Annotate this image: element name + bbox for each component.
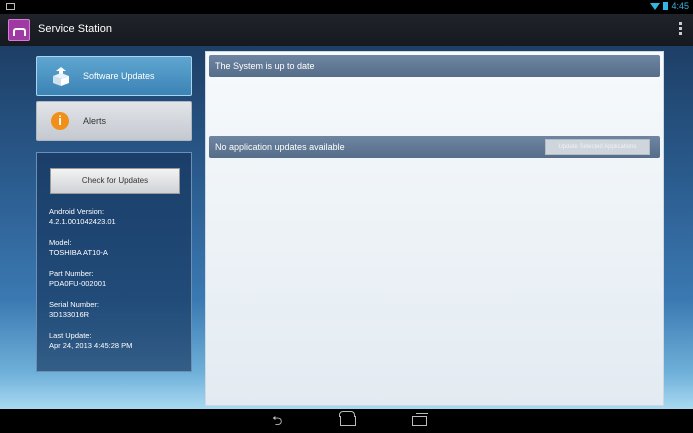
info-value: PDA0FU-002001 — [49, 279, 107, 288]
part-number-item: Part Number: PDA0FU-002001 — [49, 269, 132, 289]
android-version-item: Android Version: 4.2.1.001042423.01 — [49, 207, 132, 227]
battery-icon — [663, 2, 669, 10]
device-info-panel: Check for Updates Android Version: 4.2.1… — [36, 152, 192, 372]
system-status-bar: The System is up to date — [209, 55, 660, 77]
system-status-text: The System is up to date — [215, 61, 315, 71]
updates-panel: The System is up to date No application … — [205, 51, 664, 406]
app-status-text: No application updates available — [215, 142, 345, 152]
device-info-list: Android Version: 4.2.1.001042423.01 Mode… — [49, 207, 132, 362]
software-updates-button[interactable]: Software Updates — [36, 56, 192, 96]
service-station-icon[interactable] — [8, 19, 30, 41]
app-updates-bar: No application updates available Update … — [209, 136, 660, 158]
notification-icon — [6, 3, 15, 10]
overflow-menu-icon[interactable] — [679, 22, 683, 35]
recent-apps-icon[interactable] — [412, 413, 428, 426]
serial-number-item: Serial Number: 3D133016R — [49, 300, 132, 320]
alerts-label: Alerts — [83, 116, 107, 126]
content-area: Software Updates i Alerts Check for Upda… — [0, 46, 693, 409]
model-item: Model: TOSHIBA AT10-A — [49, 238, 132, 258]
info-label: Serial Number: — [49, 300, 100, 309]
check-for-updates-button[interactable]: Check for Updates — [50, 168, 180, 194]
info-value: TOSHIBA AT10-A — [49, 248, 108, 257]
alerts-button[interactable]: i Alerts — [36, 101, 192, 141]
status-time: 4:45 — [671, 1, 689, 11]
action-bar: Service Station — [0, 14, 693, 46]
back-icon[interactable]: ⮌ — [272, 414, 282, 427]
info-value: 4.2.1.001042423.01 — [49, 217, 116, 226]
home-icon[interactable] — [340, 416, 356, 426]
info-label: Last Update: — [49, 331, 92, 340]
info-value: Apr 24, 2013 4:45:28 PM — [49, 341, 133, 350]
package-icon — [53, 67, 69, 86]
status-icons: 4:45 — [650, 1, 689, 11]
navigation-bar: ⮌ — [0, 409, 693, 433]
software-updates-label: Software Updates — [83, 71, 155, 81]
status-bar: 4:45 — [0, 0, 693, 14]
last-update-item: Last Update: Apr 24, 2013 4:45:28 PM — [49, 331, 132, 351]
info-alert-icon: i — [51, 112, 69, 130]
wifi-icon — [650, 2, 661, 10]
update-selected-applications-button[interactable]: Update Selected Applications — [545, 139, 650, 155]
info-label: Model: — [49, 238, 72, 247]
app-title: Service Station — [38, 23, 112, 35]
info-value: 3D133016R — [49, 310, 90, 319]
info-label: Android Version: — [49, 207, 105, 216]
info-label: Part Number: — [49, 269, 94, 278]
